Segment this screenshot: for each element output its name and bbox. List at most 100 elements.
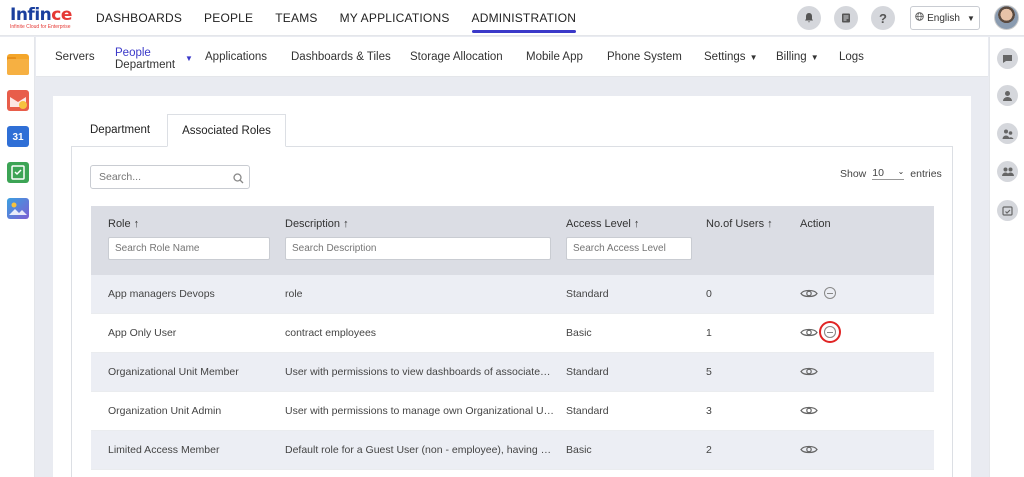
left-app-bar: 31: [0, 37, 35, 477]
entries-label: entries: [910, 167, 942, 180]
subnav-servers[interactable]: Servers: [55, 51, 95, 63]
cell-description: role: [285, 288, 303, 300]
subnav-settings[interactable]: Settings ▼: [704, 51, 757, 63]
subnav-dashboards-tiles[interactable]: Dashboards & Tiles: [291, 51, 391, 63]
cell-access-level: Standard: [566, 366, 609, 378]
cell-role: App managers Devops: [108, 288, 215, 300]
reports-icon[interactable]: [834, 6, 858, 30]
col-description-header[interactable]: Description ↑: [285, 218, 349, 230]
table-row: App Only User contract employees Basic 1: [91, 314, 934, 353]
calendar-icon[interactable]: 31: [7, 126, 29, 147]
tab-associated-roles[interactable]: Associated Roles: [167, 114, 286, 147]
filter-role-input[interactable]: [108, 237, 270, 260]
subnav-storage-allocation[interactable]: Storage Allocation: [410, 51, 503, 63]
nav-dashboards[interactable]: DASHBOARDS: [96, 11, 182, 25]
subnav-phone-system[interactable]: Phone System: [607, 51, 682, 63]
view-eye-icon[interactable]: [800, 288, 818, 302]
cell-description: Default role for a Guest User (non - emp…: [285, 444, 555, 456]
chat-icon[interactable]: [997, 48, 1018, 69]
nav-people[interactable]: PEOPLE: [204, 11, 253, 25]
cell-role: Limited Access Member: [108, 444, 220, 456]
table-row: App managers Devops role Standard 0: [91, 275, 934, 314]
view-eye-icon[interactable]: [800, 444, 818, 458]
col-role-header[interactable]: Role ↑: [108, 218, 139, 230]
cell-role: App Only User: [108, 327, 177, 339]
cell-users: 2: [706, 444, 712, 456]
cell-users: 3: [706, 405, 712, 417]
cell-users: 5: [706, 366, 712, 378]
nav-my-applications[interactable]: MY APPLICATIONS: [340, 11, 450, 25]
subnav-people-department: Department: [115, 59, 176, 71]
entries-select[interactable]: 10 ⌄: [872, 167, 905, 180]
admin-subnav: Servers People ▼ Department Applications …: [36, 37, 988, 77]
entries-value: 10: [872, 167, 884, 179]
entries-control: Show 10 ⌄ entries: [840, 167, 942, 180]
chevron-down-icon: ▼: [966, 13, 975, 23]
help-icon[interactable]: ?: [871, 6, 895, 30]
view-eye-icon[interactable]: [800, 405, 818, 419]
top-navbar: Infince Infinite Cloud for Enterprise DA…: [0, 0, 1024, 36]
remove-role-icon[interactable]: [824, 287, 836, 299]
table-search-input[interactable]: [90, 165, 250, 189]
tab-department[interactable]: Department: [90, 124, 150, 136]
table-row: Organization Unit Admin User with permis…: [91, 392, 934, 431]
cell-description: User with permissions to manage own Orga…: [285, 405, 555, 417]
col-users-header[interactable]: No.of Users ↑: [706, 218, 773, 230]
language-label: English: [927, 12, 960, 24]
globe-icon: [915, 12, 924, 24]
col-access-level-header[interactable]: Access Level ↑: [566, 218, 639, 230]
cell-role: Organizational Unit Member: [108, 366, 239, 378]
brand-logo[interactable]: Infince Infinite Cloud for Enterprise: [10, 6, 72, 30]
table-header: Role ↑ Description ↑ Access Level ↑ No.o…: [91, 206, 934, 275]
cell-access-level: Basic: [566, 444, 592, 456]
remove-role-icon[interactable]: [824, 326, 836, 338]
subnav-billing[interactable]: Billing ▼: [776, 51, 819, 63]
user-icon[interactable]: [997, 85, 1018, 106]
subnav-billing-label: Billing: [776, 51, 807, 63]
cell-description: contract employees: [285, 327, 377, 339]
view-eye-icon[interactable]: [800, 327, 818, 341]
content-card: Department Associated Roles Show 10⌄ ent…: [53, 96, 971, 477]
cell-users: 1: [706, 327, 712, 339]
cell-users: 0: [706, 288, 712, 300]
view-eye-icon[interactable]: [800, 366, 818, 380]
search-icon[interactable]: [233, 171, 244, 189]
subnav-applications[interactable]: Applications: [205, 51, 267, 63]
caret-down-icon: ▼: [749, 53, 758, 62]
cell-role: Organization Unit Admin: [108, 405, 222, 417]
show-label: Show: [840, 167, 867, 180]
notifications-bell-icon[interactable]: [797, 6, 821, 30]
subnav-people-label: People: [115, 47, 151, 59]
team-icon[interactable]: [997, 161, 1018, 182]
filter-description-input[interactable]: [285, 237, 551, 260]
nav-administration[interactable]: ADMINISTRATION: [471, 11, 577, 33]
mail-icon[interactable]: [7, 90, 29, 111]
col-action-header: Action: [800, 218, 831, 230]
logo-wordmark: Infince: [10, 5, 72, 25]
right-tool-bar: [989, 37, 1024, 477]
table-row: Limited Access Member Default role for a…: [91, 431, 934, 470]
folder-icon[interactable]: [7, 54, 29, 75]
nav-teams[interactable]: TEAMS: [275, 11, 317, 25]
gallery-icon[interactable]: [7, 198, 29, 219]
calendar-check-icon[interactable]: [997, 200, 1018, 221]
subnav-mobile-app[interactable]: Mobile App: [526, 51, 583, 63]
calendar-day: 31: [12, 132, 24, 143]
caret-down-icon: ▼: [185, 54, 193, 63]
cell-description: User with permissions to view dashboards…: [285, 366, 555, 378]
main-nav: DASHBOARDS PEOPLE TEAMS MY APPLICATIONS …: [96, 11, 577, 33]
language-select[interactable]: English ▼: [910, 6, 980, 30]
user-group-icon[interactable]: [997, 123, 1018, 144]
user-avatar[interactable]: [994, 5, 1019, 30]
logo-tagline: Infinite Cloud for Enterprise: [10, 24, 71, 30]
subnav-people[interactable]: People ▼ Department: [115, 47, 193, 71]
tasks-icon[interactable]: [7, 162, 29, 183]
subnav-logs[interactable]: Logs: [839, 51, 864, 63]
cell-access-level: Standard: [566, 405, 609, 417]
caret-down-icon: ▼: [810, 53, 819, 62]
filter-access-level-input[interactable]: [566, 237, 692, 260]
cell-access-level: Standard: [566, 288, 609, 300]
subnav-settings-label: Settings: [704, 51, 746, 63]
cell-access-level: Basic: [566, 327, 592, 339]
table-row: Organizational Unit Member User with per…: [91, 353, 934, 392]
